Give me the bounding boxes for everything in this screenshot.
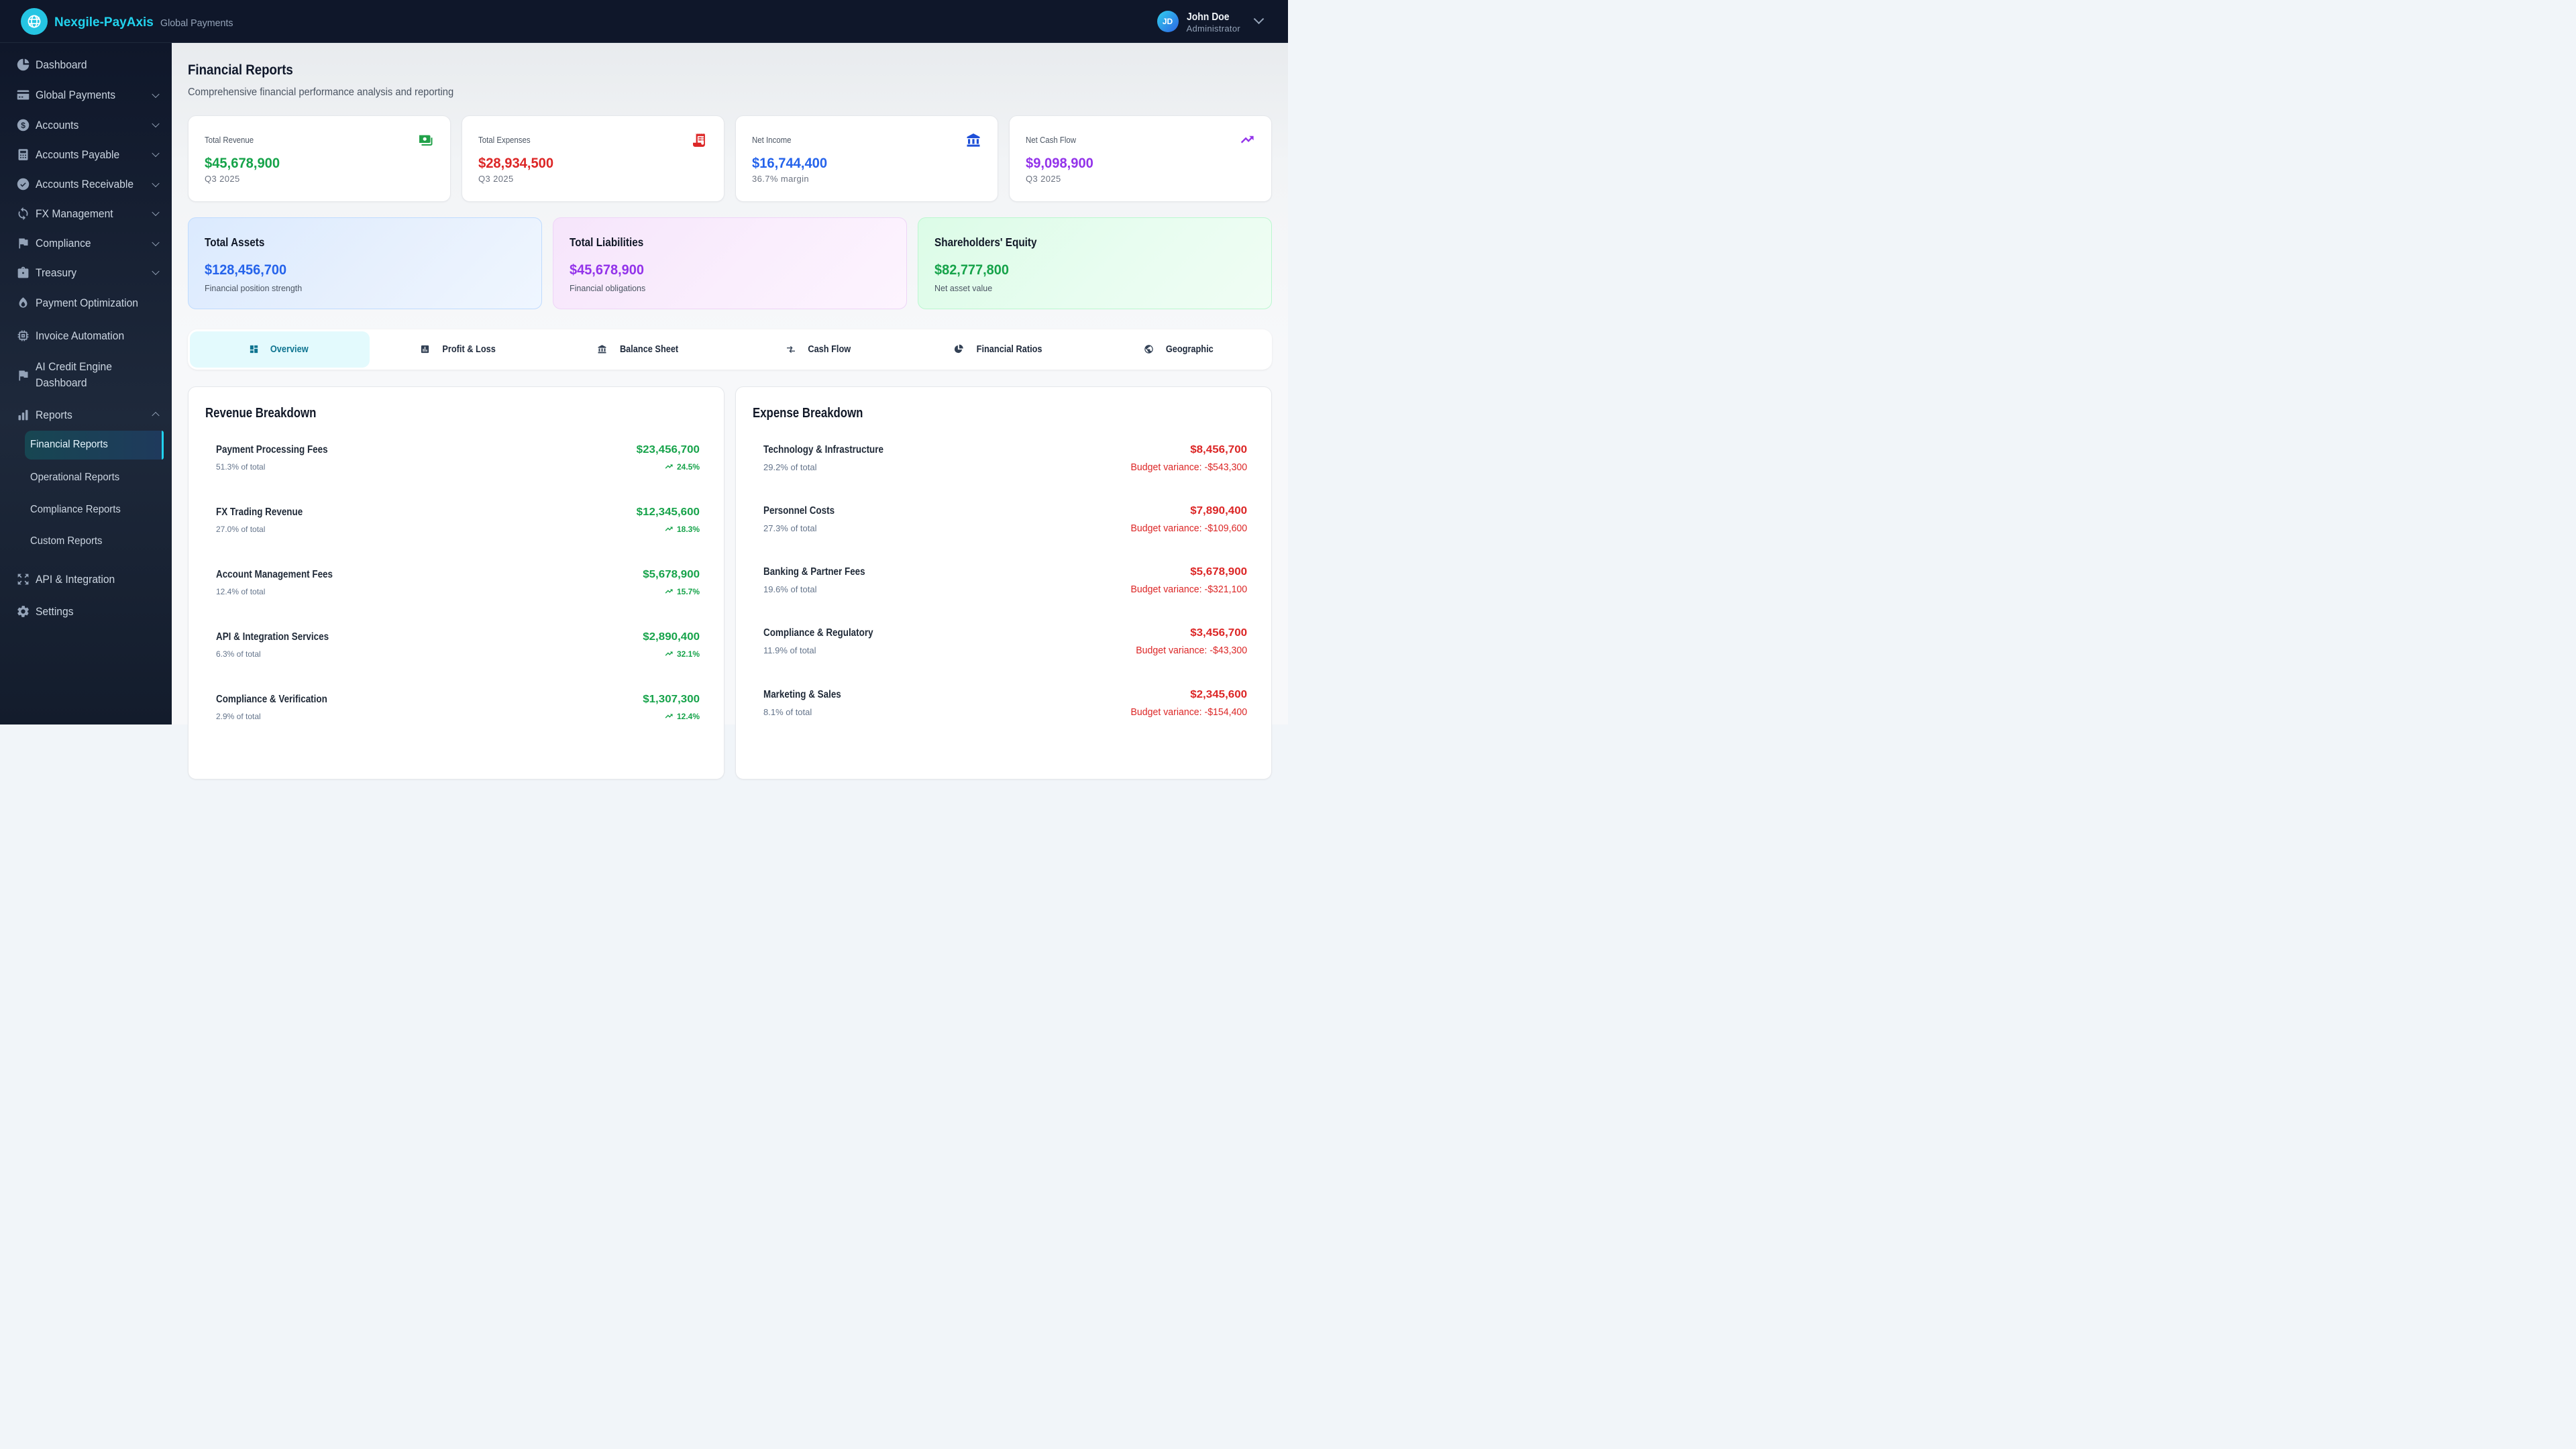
svg-text:$: $ [21, 120, 25, 129]
